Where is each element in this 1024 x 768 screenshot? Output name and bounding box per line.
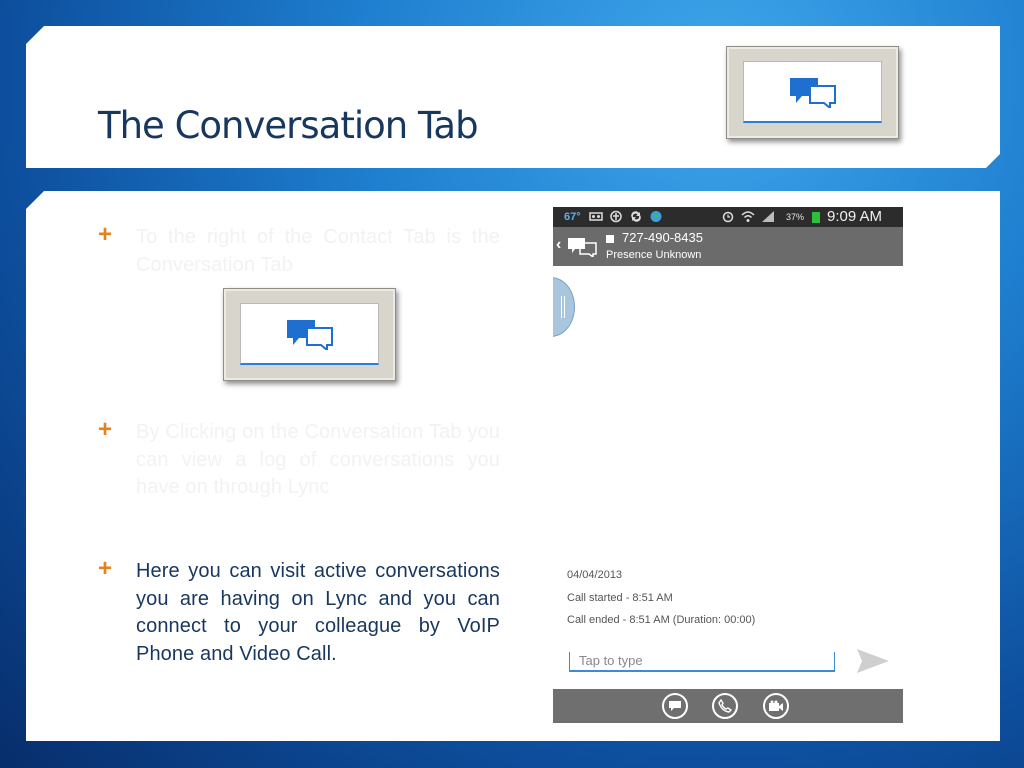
bullet-text: By Clicking on the Conversation Tab you …: [136, 421, 500, 498]
status-bar: 67° 37% 9:09 AM: [553, 207, 903, 227]
usb-icon: [610, 210, 622, 223]
video-call-button[interactable]: [763, 693, 789, 719]
conversation-tab-inner: [743, 61, 882, 123]
back-chevron-icon[interactable]: ‹: [556, 236, 561, 254]
bullet-item: + To the right of the Contact Tab is the…: [98, 221, 500, 279]
voice-call-button[interactable]: [712, 693, 738, 719]
plus-bullet-icon: +: [98, 555, 113, 582]
voicemail-icon: [589, 212, 603, 221]
conversation-tab-thumbnail: [726, 46, 899, 139]
globe-icon: [650, 211, 662, 222]
notification-icons: [589, 210, 663, 223]
battery-icon: [812, 212, 820, 223]
bullet-item: + Here you can visit active conversation…: [98, 555, 500, 668]
conversation-tab-thumbnail: [223, 288, 396, 381]
temperature-label: 67°: [564, 211, 581, 223]
log-call-ended: Call ended - 8:51 AM (Duration: 00:00): [567, 614, 756, 626]
bullet-item: + By Clicking on the Conversation Tab yo…: [98, 416, 500, 502]
alarm-icon: [722, 211, 734, 223]
slide-title: The Conversation Tab: [98, 104, 479, 147]
phone-icon: [718, 699, 732, 713]
bullet-text: To the right of the Contact Tab is the C…: [136, 226, 500, 276]
phone-screenshot: 67° 37% 9:09 AM ‹ 727-490-8435 Presence …: [553, 207, 903, 723]
presence-status-icon: [606, 235, 614, 243]
log-date: 04/04/2013: [567, 569, 623, 581]
plus-bullet-icon: +: [98, 416, 113, 443]
send-icon[interactable]: [856, 648, 890, 674]
signal-icon: [762, 211, 774, 222]
log-call-started: Call started - 8:51 AM: [567, 592, 673, 604]
chat-icon: [669, 701, 681, 711]
video-camera-icon: [769, 700, 783, 711]
contact-number: 727-490-8435: [622, 230, 703, 245]
drawer-handle[interactable]: [553, 277, 575, 337]
sync-icon: [631, 211, 641, 222]
message-input[interactable]: [569, 652, 835, 672]
chat-button[interactable]: [662, 693, 688, 719]
system-icons: [721, 210, 775, 223]
action-bar: [553, 689, 903, 723]
contact-header: ‹ 727-490-8435 Presence Unknown: [553, 227, 903, 266]
conversation-icon: [789, 77, 836, 108]
bullet-text: Here you can visit active conversations …: [136, 560, 500, 665]
presence-label: Presence Unknown: [606, 249, 702, 261]
conversation-tab-inner: [240, 303, 379, 365]
conversation-icon: [286, 319, 333, 350]
battery-percent: 37%: [786, 212, 805, 222]
wifi-icon: [741, 211, 755, 222]
plus-bullet-icon: +: [98, 221, 113, 248]
clock-time: 9:09 AM: [827, 208, 883, 225]
conversation-icon: [568, 238, 597, 257]
